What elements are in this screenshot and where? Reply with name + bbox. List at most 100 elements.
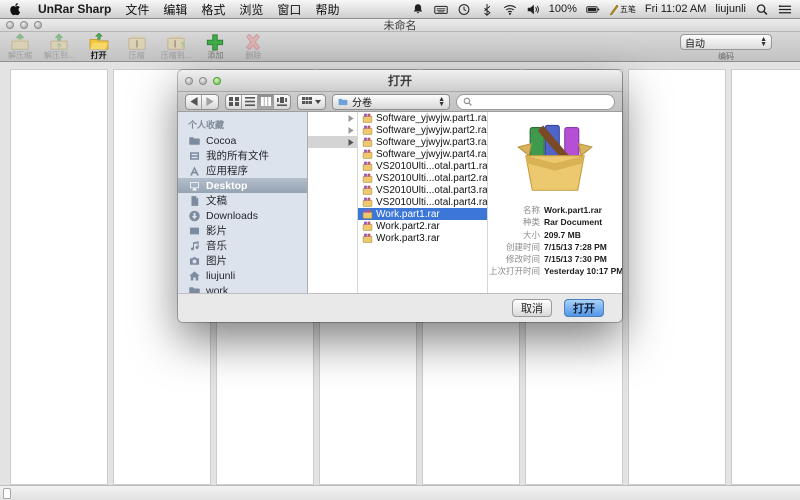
parent-folder-row-selected[interactable] <box>308 136 357 148</box>
scroll-knob[interactable] <box>3 488 11 499</box>
file-name: Work.part2.rar <box>376 221 440 232</box>
app-name[interactable]: UnRar Sharp <box>38 2 111 16</box>
menu-bar-clock[interactable]: Fri 11:02 AM <box>645 3 707 15</box>
sidebar-item[interactable]: Cocoa <box>178 133 307 148</box>
sidebar-item[interactable]: 文稿 <box>178 193 307 208</box>
menu-item-format[interactable]: 格式 <box>201 1 225 18</box>
location-label: 分卷 <box>352 94 435 109</box>
forward-button[interactable] <box>202 95 218 109</box>
menu-item-edit[interactable]: 编辑 <box>163 1 187 18</box>
file-name: VS2010Ulti...otal.part2.rar <box>376 173 488 184</box>
file-row[interactable]: Software_yjwyjw.part3.rar <box>358 136 487 148</box>
file-row[interactable]: Software_yjwyjw.part1.rar <box>358 112 487 124</box>
info-label: 种类 <box>488 216 540 228</box>
extract-button[interactable]: 解压缩 <box>6 33 34 60</box>
sidebar-item[interactable]: 我的所有文件 <box>178 148 307 163</box>
back-button[interactable] <box>186 95 202 109</box>
rar-file-icon <box>362 173 373 183</box>
location-popup[interactable]: 分卷 ▲▼ <box>332 94 450 110</box>
menu-item-view[interactable]: 浏览 <box>239 1 263 18</box>
chevron-right-icon <box>348 139 354 146</box>
info-label: 上次打开时间 <box>488 265 540 277</box>
downloads-icon <box>188 210 201 222</box>
background-column <box>731 69 800 485</box>
file-row[interactable]: Software_yjwyjw.part4.rar <box>358 148 487 160</box>
file-row[interactable]: VS2010Ulti...otal.part4.rar <box>358 196 487 208</box>
folder-icon <box>337 97 349 107</box>
file-name: Work.part1.rar <box>376 209 440 220</box>
sidebar-item[interactable]: 应用程序 <box>178 163 307 178</box>
compress-button[interactable]: 压缩 <box>123 33 151 60</box>
window-titlebar[interactable]: 未命名 <box>0 19 800 32</box>
sidebar-section-label: 个人收藏 <box>178 116 307 133</box>
file-name: VS2010Ulti...otal.part1.rar <box>376 161 488 172</box>
documents-icon <box>188 195 201 207</box>
icon-view-button[interactable] <box>226 95 242 109</box>
open-button[interactable]: 打开 <box>85 33 113 60</box>
volume-icon[interactable] <box>526 3 540 16</box>
rar-archive-preview-icon <box>516 120 594 200</box>
file-row[interactable]: Work.part1.rar <box>358 208 487 220</box>
file-row[interactable]: Work.part2.rar <box>358 220 487 232</box>
cancel-button[interactable]: 取消 <box>512 299 552 317</box>
info-value: Work.part1.rar <box>544 204 602 216</box>
time-machine-icon[interactable] <box>457 3 471 16</box>
dialog-titlebar[interactable]: 打开 <box>178 70 622 92</box>
menu-item-file[interactable]: 文件 <box>125 1 149 18</box>
file-name: VS2010Ulti...otal.part4.rar <box>376 197 488 208</box>
add-button[interactable]: 添加 <box>201 33 229 60</box>
file-name: Work.part3.rar <box>376 233 440 244</box>
desktop-icon <box>188 180 201 192</box>
sidebar-item-label: work <box>206 285 228 294</box>
wifi-icon[interactable] <box>503 3 517 16</box>
search-input[interactable] <box>475 96 608 107</box>
file-info-row: 名称 Work.part1.rar <box>488 204 622 216</box>
encoding-label: 编码 <box>680 51 772 62</box>
sidebar-item[interactable]: 音乐 <box>178 238 307 253</box>
sidebar-item[interactable]: liujunli <box>178 268 307 283</box>
search-field[interactable] <box>456 94 615 110</box>
apple-icon[interactable] <box>8 3 22 16</box>
file-row[interactable]: VS2010Ulti...otal.part3.rar <box>358 184 487 196</box>
file-row[interactable]: VS2010Ulti...otal.part2.rar <box>358 172 487 184</box>
spotlight-search-icon[interactable] <box>755 3 769 16</box>
background-column <box>10 69 108 485</box>
parent-folder-row[interactable] <box>308 124 357 136</box>
battery-icon[interactable] <box>586 3 600 16</box>
extract-to-button[interactable]: ? 解压到... <box>44 33 75 60</box>
file-list: Software_yjwyjw.part1.rar Software_yjwyj… <box>358 112 488 293</box>
menu-item-window[interactable]: 窗口 <box>277 1 301 18</box>
list-view-button[interactable] <box>242 95 258 109</box>
sidebar-item[interactable]: Downloads <box>178 208 307 223</box>
file-row[interactable]: Work.part3.rar <box>358 232 487 244</box>
rar-file-icon <box>362 221 373 231</box>
input-method-icon[interactable]: 五笔 <box>609 3 636 16</box>
file-name: Software_yjwyjw.part1.rar <box>376 113 488 124</box>
sidebar-item[interactable]: 图片 <box>178 253 307 268</box>
keyboard-icon[interactable] <box>434 3 448 16</box>
file-row[interactable]: Software_yjwyjw.part2.rar <box>358 124 487 136</box>
coverflow-view-button[interactable] <box>274 95 290 109</box>
sidebar-item[interactable]: 影片 <box>178 223 307 238</box>
file-row[interactable]: VS2010Ulti...otal.part1.rar <box>358 160 487 172</box>
sidebar-item[interactable]: Desktop <box>178 178 307 193</box>
info-value: Yesterday 10:17 PM <box>544 265 622 277</box>
rar-file-icon <box>362 149 373 159</box>
compress-to-button[interactable]: ? 压缩到... <box>161 33 192 60</box>
notification-center-icon[interactable] <box>778 3 792 16</box>
user-menu[interactable]: liujunli <box>715 3 746 15</box>
bluetooth-icon[interactable] <box>480 3 494 16</box>
encoding-select[interactable]: 自动 ▲▼ <box>680 34 772 50</box>
delete-button[interactable]: 删除 <box>239 33 267 60</box>
parent-folder-row[interactable] <box>308 112 357 124</box>
column-view-button[interactable] <box>258 95 274 109</box>
sidebar-item[interactable]: work <box>178 283 307 293</box>
bell-icon[interactable] <box>411 3 425 16</box>
file-info-row: 种类 Rar Document <box>488 216 622 228</box>
open-confirm-button[interactable]: 打开 <box>564 299 604 317</box>
sidebar-item-label: Desktop <box>206 180 247 192</box>
file-name: Software_yjwyjw.part4.rar <box>376 149 488 160</box>
arrange-button[interactable] <box>297 94 326 110</box>
svg-text:?: ? <box>181 40 185 49</box>
menu-item-help[interactable]: 帮助 <box>315 1 339 18</box>
